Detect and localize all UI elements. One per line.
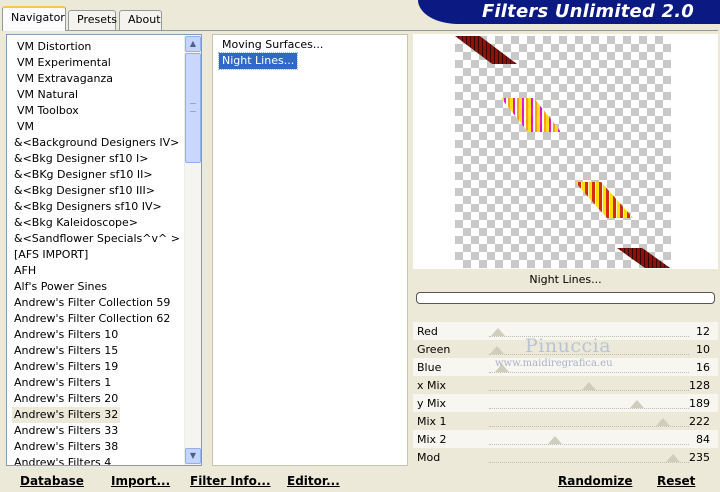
slider-label: Green [417,343,451,356]
slider-label: Mix 2 [417,433,447,446]
category-item[interactable]: Andrew's Filters 19 [12,359,120,375]
tab-about[interactable]: About [119,10,162,30]
category-item[interactable]: &<Bkg Designers sf10 IV> [12,199,164,215]
slider-thumb[interactable] [630,400,645,408]
preview-shape-bottom [617,248,671,268]
randomize-button[interactable]: Randomize [558,474,632,488]
category-item[interactable]: Alf's Power Sines [12,279,109,295]
slider-track[interactable] [489,426,689,427]
category-item[interactable]: Andrew's Filters 32 [12,407,121,423]
slider-label: x Mix [417,379,447,392]
category-item[interactable]: Andrew's Filters 10 [12,327,120,343]
slider-value: 10 [696,343,710,356]
category-item[interactable]: Andrew's Filters 4 [12,455,113,465]
slider-value: 235 [689,451,710,464]
category-item[interactable]: Andrew's Filter Collection 59 [12,295,172,311]
slider-thumb[interactable] [491,328,506,336]
category-item[interactable]: &<Bkg Kaleidoscope> [12,215,140,231]
category-item[interactable]: VM [15,119,36,135]
category-item[interactable]: VM Natural [15,87,80,103]
slider-row: Mix 2 84 [413,430,718,448]
slider-row: Mix 1 222 [413,412,718,430]
category-item[interactable]: Andrew's Filters 38 [12,439,120,455]
preview-shape-top [455,36,517,64]
tab-strip-divider [2,30,718,31]
tab-navigator[interactable]: Navigator [2,6,66,31]
reset-button[interactable]: Reset [657,474,695,488]
scroll-up-button[interactable]: ▲ [185,36,201,52]
current-filter-name: Night Lines... [529,273,602,286]
category-item[interactable]: [AFS IMPORT] [12,247,90,263]
slider-track[interactable] [489,408,689,409]
slider-row: y Mix 189 [413,394,718,412]
slider-value: 128 [689,379,710,392]
slider-value: 84 [696,433,710,446]
slider-thumb[interactable] [666,454,681,462]
database-button[interactable]: Database [20,474,84,488]
filter-item-night-lines[interactable]: Night Lines... [217,52,299,70]
watermark-name: Pinuccia [525,335,612,357]
preview-canvas[interactable] [455,36,671,268]
slider-row: Mod 235 [413,448,718,466]
preview-shape-lower [575,182,633,218]
preview-shape-middle [501,98,561,132]
category-item[interactable]: Andrew's Filters 15 [12,343,120,359]
import-button[interactable]: Import... [111,474,170,488]
slider-track[interactable] [489,372,689,373]
watermark-url: www.maidiregrafica.eu [495,358,613,369]
category-item[interactable]: AFH [12,263,38,279]
filter-info-button[interactable]: Filter Info... [190,474,271,488]
editor-button[interactable]: Editor... [287,474,340,488]
slider-value: 189 [689,397,710,410]
slider-label: y Mix [417,397,447,410]
category-list[interactable]: VM Distortion VM Experimental VM Extravaga… [6,34,202,466]
title-banner: Filters Unlimited 2.0 [418,0,720,24]
category-item[interactable]: Andrew's Filters 1 [12,375,113,391]
slider-thumb[interactable] [489,346,504,354]
category-item[interactable]: VM Extravaganza [15,71,115,87]
category-item[interactable]: Andrew's Filters 33 [12,423,120,439]
slider-label: Mod [417,451,441,464]
category-item[interactable]: &<BKg Designer sf10 II> [12,167,155,183]
slider-track[interactable] [489,444,689,445]
category-item[interactable]: Andrew's Filter Collection 62 [12,311,172,327]
slider-thumb[interactable] [547,436,562,444]
category-item[interactable]: &<Bkg Designer sf10 III> [12,183,157,199]
preview-frame [413,34,718,269]
category-item[interactable]: &<Bkg Designer sf10 I> [12,151,151,167]
slider-value: 222 [689,415,710,428]
tab-presets[interactable]: Presets [68,10,117,30]
slider-label: Blue [417,361,442,374]
slider-row: x Mix 128 [413,376,718,394]
scroll-down-button[interactable]: ▼ [185,448,201,464]
filter-item-moving-surfaces[interactable]: Moving Surfaces... [219,37,326,53]
category-item[interactable]: VM Toolbox [15,103,81,119]
slider-value: 16 [696,361,710,374]
progress-bar [416,292,715,304]
slider-label: Mix 1 [417,415,447,428]
category-item[interactable]: &<Sandflower Specials^v^ > [12,231,182,247]
slider-track[interactable] [489,462,689,463]
category-item[interactable]: &<Background Designers IV> [12,135,181,151]
slider-track[interactable] [489,390,689,391]
category-item[interactable]: Andrew's Filters 20 [12,391,120,407]
app-title: Filters Unlimited 2.0 [481,1,694,22]
scroll-thumb[interactable] [185,53,201,163]
slider-thumb[interactable] [656,418,671,426]
slider-value: 12 [696,325,710,338]
filter-list[interactable]: Moving Surfaces... Night Lines... [212,34,408,466]
slider-label: Red [417,325,438,338]
category-item[interactable]: VM Experimental [15,55,113,71]
category-item[interactable]: VM Distortion [15,39,93,55]
category-scrollbar[interactable]: ▲ ▼ [184,35,201,465]
slider-thumb[interactable] [582,382,597,390]
